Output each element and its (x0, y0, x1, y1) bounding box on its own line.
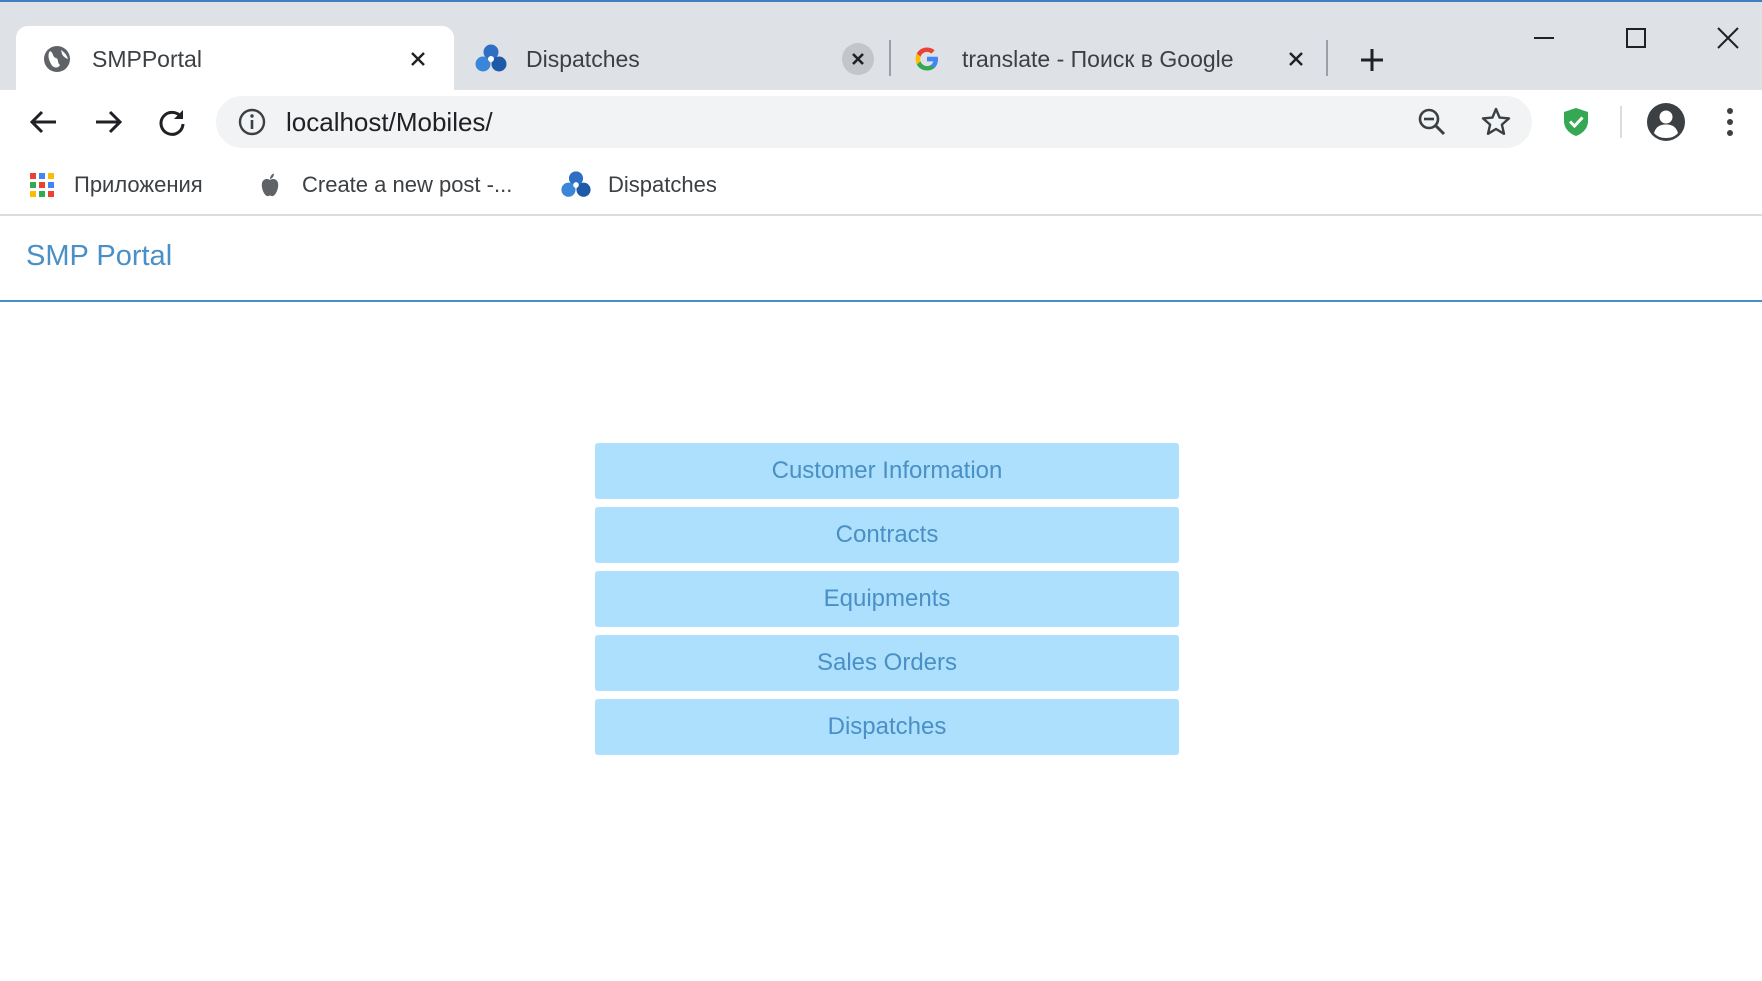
bookmark-apps[interactable]: Приложения (26, 166, 203, 204)
site-info-icon[interactable] (224, 96, 280, 148)
bookmarks-bar: Приложения Create a new post -... Dispat… (0, 154, 1762, 216)
zoom-out-icon[interactable] (1408, 98, 1456, 146)
url-text: localhost/Mobiles/ (286, 106, 493, 137)
main-menu: Customer Information Contracts Equipment… (595, 443, 1179, 763)
new-tab-plus-icon[interactable] (1352, 40, 1392, 80)
back-arrow-icon[interactable] (20, 98, 68, 146)
apple-icon (254, 169, 286, 201)
tab-google-translate[interactable]: translate - Поиск в Google (910, 26, 1312, 92)
tab-separator (1326, 40, 1328, 76)
bookmark-label: Приложения (74, 172, 203, 197)
site-brand-link[interactable]: SMP Portal (26, 240, 172, 273)
reload-icon[interactable] (148, 98, 196, 146)
apps-grid-icon (26, 169, 58, 201)
customer-information-button[interactable]: Customer Information (595, 443, 1179, 499)
app-logo-icon (474, 42, 508, 76)
browser-menu-kebab-icon[interactable] (1706, 98, 1754, 146)
maximize-icon[interactable] (1606, 16, 1666, 60)
tab-close-icon[interactable] (1280, 43, 1312, 75)
browser-titlebar: SMPPortal Dispatches translate - Поиск в… (0, 0, 1762, 92)
bookmark-label: Create a new post -... (302, 172, 513, 197)
tab-close-icon[interactable] (402, 43, 434, 75)
forward-arrow-icon[interactable] (84, 98, 132, 146)
dispatches-button[interactable]: Dispatches (595, 699, 1179, 755)
tab-title: Dispatches (526, 45, 640, 72)
contracts-button[interactable]: Contracts (595, 507, 1179, 563)
window-close-icon[interactable] (1698, 16, 1758, 60)
app-logo-icon (560, 169, 592, 201)
browser-toolbar: localhost/Mobiles/ (0, 90, 1762, 154)
bookmark-dispatches[interactable]: Dispatches (560, 166, 717, 204)
site-navbar: SMP Portal (0, 216, 1762, 302)
tab-separator (889, 40, 891, 76)
tab-title: translate - Поиск в Google (962, 45, 1234, 72)
bookmark-create-post[interactable]: Create a new post -... (254, 166, 512, 204)
google-g-icon (910, 42, 944, 76)
tab-close-icon[interactable] (842, 43, 874, 75)
account-avatar-icon[interactable] (1642, 98, 1690, 146)
tab-dispatches[interactable]: Dispatches (474, 26, 874, 92)
sales-orders-button[interactable]: Sales Orders (595, 635, 1179, 691)
toolbar-separator (1620, 106, 1622, 138)
shield-extension-icon[interactable] (1552, 98, 1600, 146)
equipments-button[interactable]: Equipments (595, 571, 1179, 627)
bookmark-label: Dispatches (608, 172, 717, 197)
minimize-icon[interactable] (1514, 16, 1574, 60)
tab-title: SMPPortal (92, 45, 202, 72)
address-bar[interactable]: localhost/Mobiles/ (216, 96, 1532, 148)
globe-icon (40, 42, 74, 76)
tab-smpportal[interactable]: SMPPortal (16, 26, 454, 92)
bookmark-star-icon[interactable] (1472, 98, 1520, 146)
